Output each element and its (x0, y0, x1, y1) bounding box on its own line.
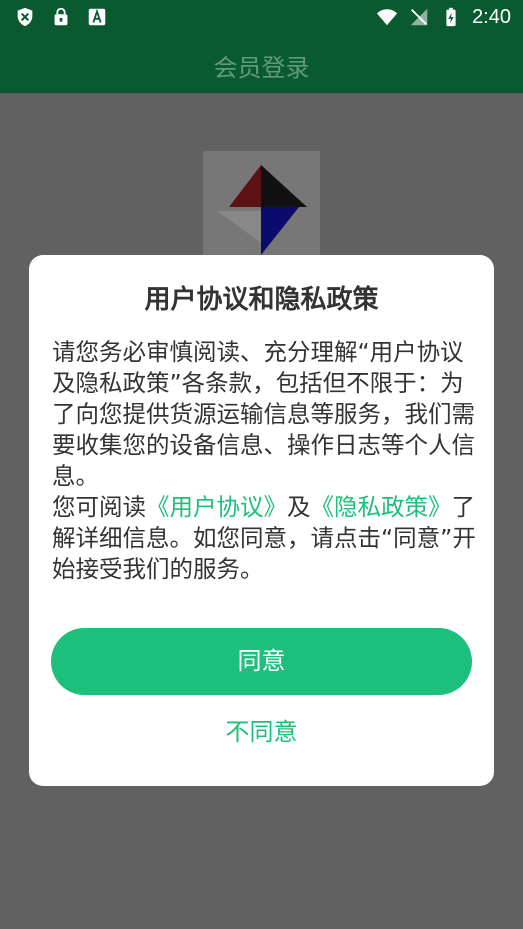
no-signal-icon (410, 8, 428, 26)
and-text: 及 (287, 493, 311, 521)
dialog-body: 请您务必审慎阅读、充分理解“用户协议及隐私政策”各条款，包括但不限于：为了向您提… (52, 337, 476, 585)
page-title: 会员登录 (213, 54, 310, 82)
system-icons: 2:40 (376, 5, 511, 29)
shield-x-icon (17, 7, 33, 27)
battery-charging-icon (446, 7, 456, 27)
privacy-notice-text: 请您务必审慎阅读、充分理解“用户协议及隐私政策”各条款，包括但不限于：为了向您提… (52, 338, 475, 490)
status-bar: 2:40 (0, 0, 523, 36)
privacy-policy-link[interactable]: 《隐私政策》 (311, 493, 452, 521)
status-time: 2:40 (472, 6, 511, 28)
dialog-title: 用户协议和隐私政策 (144, 285, 379, 315)
app-bar: 会员登录 (0, 36, 523, 93)
read-more-text: 您可阅读《用户协议》及《隐私政策》了解详细信息。如您同意，请点击“同意”开始接受… (52, 492, 476, 585)
read-prefix: 您可阅读 (52, 493, 146, 521)
agree-button[interactable]: 同意 (51, 628, 472, 695)
logo-icon (217, 165, 307, 255)
notification-icons (14, 6, 108, 28)
disagree-button[interactable]: 不同意 (29, 712, 494, 747)
privacy-dialog: 用户协议和隐私政策 请您务必审慎阅读、充分理解“用户协议及隐私政策”各条款，包括… (29, 255, 494, 786)
app-logo (203, 151, 320, 268)
text-app-icon (88, 8, 106, 26)
wifi-icon (376, 9, 398, 26)
user-agreement-link[interactable]: 《用户协议》 (146, 493, 287, 521)
lock-app-icon (54, 7, 68, 26)
